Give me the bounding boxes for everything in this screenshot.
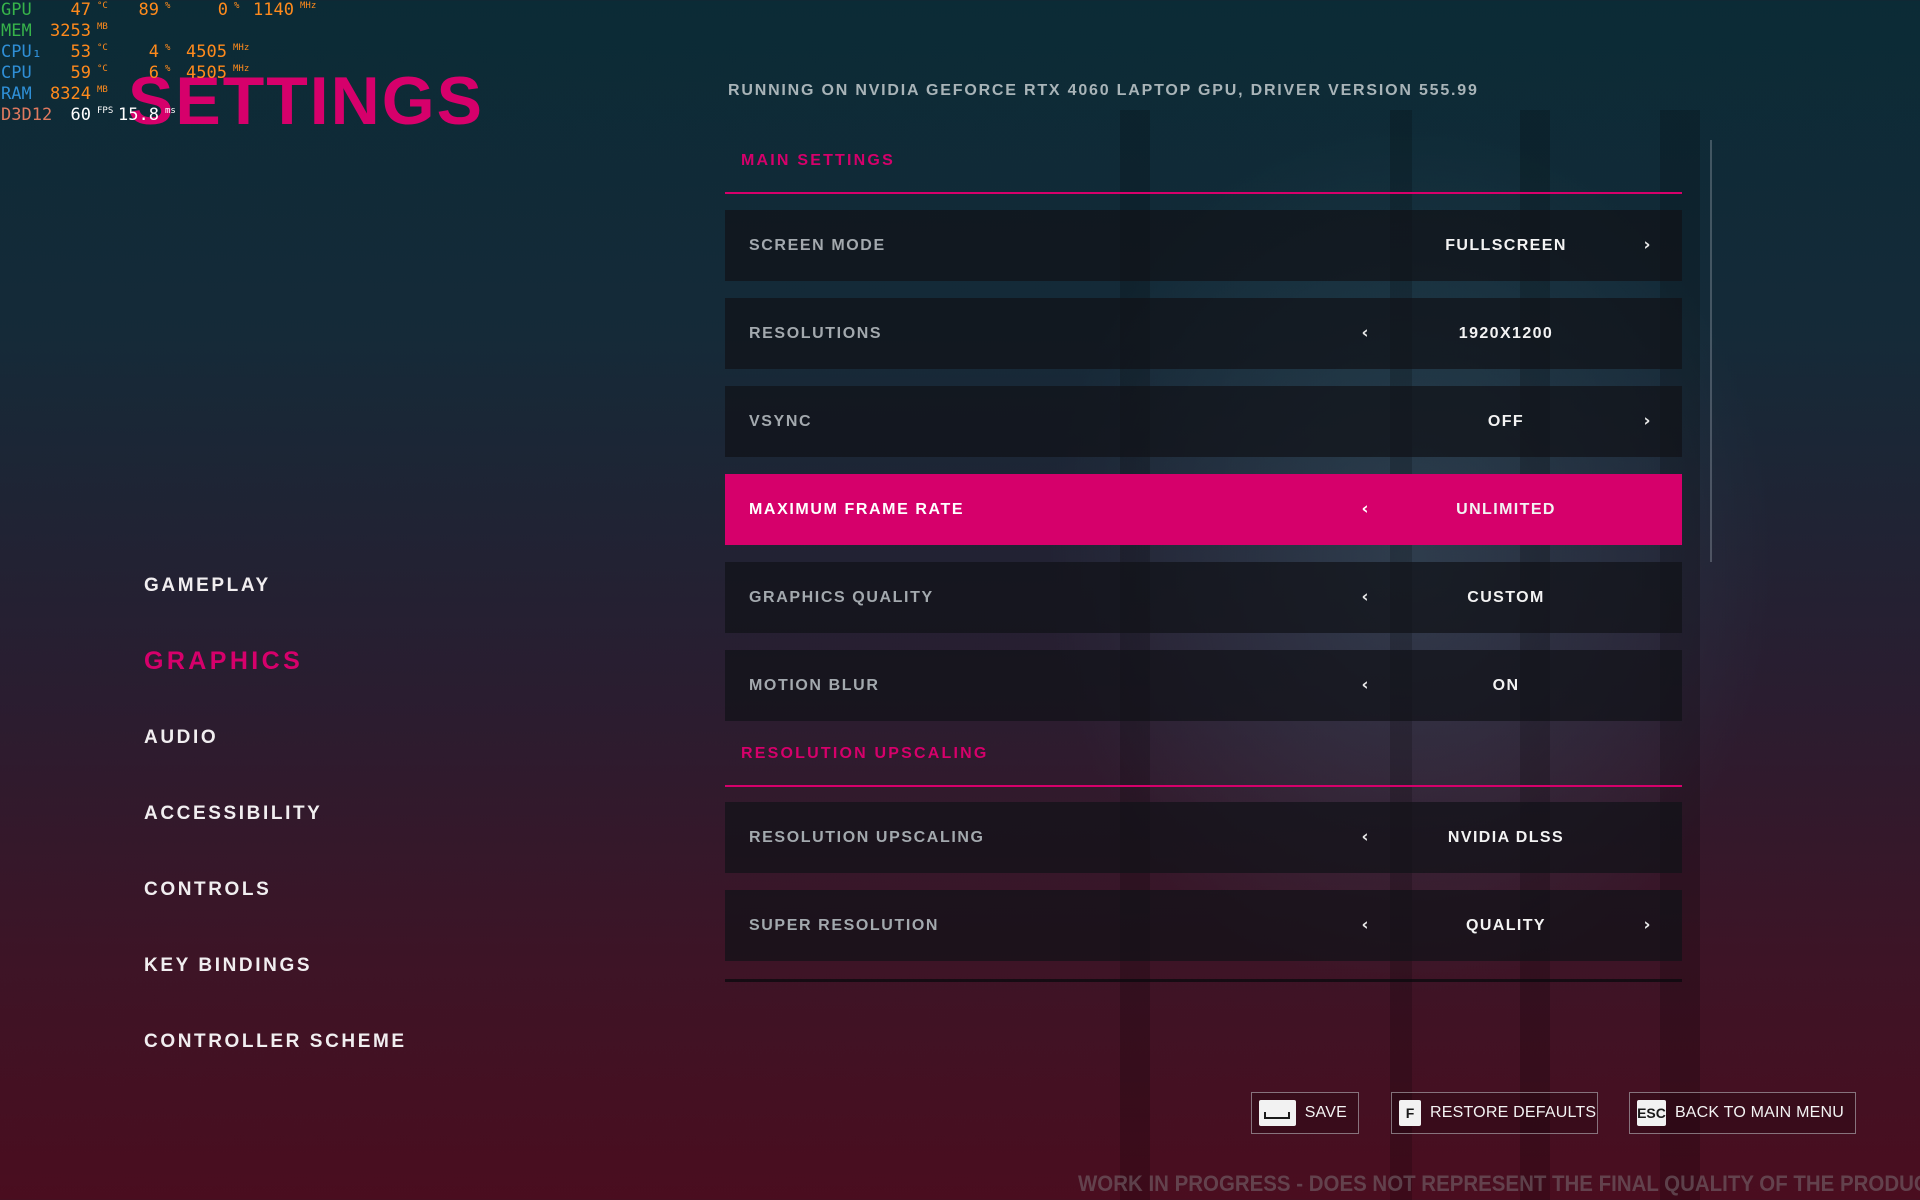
perf-label: GPU (1, 0, 32, 20)
chevron-left-icon[interactable]: ‹ (1355, 890, 1375, 961)
setting-row-graphics-quality[interactable]: GRAPHICS QUALITY ‹ CUSTOM (725, 562, 1682, 633)
nav-item-audio[interactable]: AUDIO (144, 727, 218, 749)
chevron-left-icon[interactable]: ‹ (1355, 650, 1375, 721)
perf-unit: ms (165, 106, 176, 116)
restore-defaults-label: RESTORE DEFAULTS (1430, 1104, 1597, 1121)
chevron-left-icon[interactable]: ‹ (1355, 562, 1375, 633)
perf-unit: % (165, 1, 171, 11)
perf-value: 60 (70, 105, 91, 125)
setting-label: RESOLUTION UPSCALING (749, 829, 985, 846)
setting-row-maximum-frame-rate[interactable]: MAXIMUM FRAME RATE ‹ UNLIMITED (725, 474, 1682, 545)
perf-unit: MHz (233, 43, 250, 53)
spacebar-icon (1259, 1100, 1296, 1126)
perf-label: CPU (1, 63, 32, 83)
perf-unit: MHz (300, 1, 317, 11)
perf-unit: MHz (233, 64, 250, 74)
perf-value: 4505 (186, 42, 227, 62)
perf-unit: % (165, 64, 171, 74)
setting-label: SUPER RESOLUTION (749, 917, 940, 934)
perf-row: MEM 3253 MB (0, 21, 1920, 42)
nav-item-controls[interactable]: CONTROLS (144, 879, 271, 901)
perf-label: CPU₁ (1, 42, 42, 62)
perf-unit: °C (97, 43, 108, 53)
setting-value: NVIDIA DLSS (1447, 829, 1565, 846)
perf-value: 59 (70, 63, 91, 83)
save-button-label: SAVE (1304, 1104, 1347, 1121)
chevron-right-icon[interactable]: › (1637, 210, 1657, 281)
chevron-left-icon[interactable]: ‹ (1355, 298, 1375, 369)
nav-item-key-bindings[interactable]: KEY BINDINGS (144, 955, 312, 977)
section-header-resolution-upscaling: RESOLUTION UPSCALING (725, 731, 1682, 787)
nav-item-graphics[interactable]: GRAPHICS (144, 647, 303, 676)
setting-value: QUALITY (1465, 917, 1547, 934)
perf-value: 53 (70, 42, 91, 62)
setting-label: VSYNC (749, 413, 813, 430)
setting-value: CUSTOM (1467, 589, 1545, 606)
perf-value: 4505 (186, 63, 227, 83)
perf-row: GPU 47 °C 89% 0% 1140 MHz (0, 0, 1920, 21)
setting-value: FULLSCREEN (1445, 237, 1567, 254)
setting-row-vsync[interactable]: VSYNC OFF › (725, 386, 1682, 457)
perf-value: 8324 (50, 84, 91, 104)
perf-unit: MB (97, 22, 108, 32)
setting-label: RESOLUTIONS (749, 325, 883, 342)
perf-value: 89 (138, 0, 159, 20)
perf-unit: % (234, 1, 240, 11)
perf-value: 15.8 (118, 105, 159, 125)
settings-scrollbar[interactable] (1710, 140, 1712, 562)
section-title: RESOLUTION UPSCALING (741, 745, 989, 762)
setting-label: MOTION BLUR (749, 677, 880, 694)
perf-label: MEM (1, 21, 32, 41)
work-in-progress-notice: WORK IN PROGRESS - DOES NOT REPRESENT TH… (1078, 1171, 1920, 1196)
setting-label: GRAPHICS QUALITY (749, 589, 934, 606)
perf-value: 1140 (253, 0, 294, 20)
performance-overlay: GPU 47 °C 89% 0% 1140 MHz MEM 3253 MB CPU₁ 53 °C 4% 45… (0, 0, 1920, 126)
section-title: MAIN SETTINGS (741, 152, 895, 169)
perf-value: 47 (70, 0, 91, 20)
restore-defaults-button[interactable]: F RESTORE DEFAULTS (1391, 1092, 1598, 1134)
chevron-right-icon[interactable]: › (1637, 386, 1657, 457)
perf-unit: % (165, 43, 171, 53)
nav-item-controller-scheme[interactable]: CONTROLLER SCHEME (144, 1031, 407, 1053)
perf-unit: °C (97, 1, 108, 11)
setting-row-resolution-upscaling[interactable]: RESOLUTION UPSCALING ‹ NVIDIA DLSS (725, 802, 1682, 873)
chevron-left-icon[interactable]: ‹ (1355, 802, 1375, 873)
f-key-icon: F (1399, 1100, 1421, 1126)
nav-item-accessibility[interactable]: ACCESSIBILITY (144, 803, 322, 825)
back-to-main-menu-label: BACK TO MAIN MENU (1674, 1104, 1844, 1121)
perf-row: D3D12 60 FPS 15.8 ms (0, 105, 1920, 126)
setting-row-screen-mode[interactable]: SCREEN MODE FULLSCREEN › (725, 210, 1682, 281)
perf-value: 6 (148, 63, 159, 83)
perf-row: CPU₁ 53 °C 4% 4505 MHz (0, 42, 1920, 63)
save-button[interactable]: SAVE (1251, 1092, 1359, 1134)
setting-row-super-resolution[interactable]: SUPER RESOLUTION ‹ QUALITY › (725, 890, 1682, 961)
perf-label: RAM (1, 84, 32, 104)
nav-item-gameplay[interactable]: GAMEPLAY (144, 575, 271, 597)
setting-label: MAXIMUM FRAME RATE (749, 501, 965, 518)
setting-value: 1920X1200 (1458, 325, 1554, 342)
perf-label: D3D12 (1, 105, 53, 125)
perf-value: 4 (148, 42, 159, 62)
setting-value: OFF (1487, 413, 1525, 430)
list-bottom-divider (725, 979, 1682, 982)
setting-row-motion-blur[interactable]: MOTION BLUR ‹ ON (725, 650, 1682, 721)
perf-unit: FPS (97, 106, 114, 116)
perf-row: CPU 59 °C 6% 4505 MHz (0, 63, 1920, 84)
perf-unit: MB (97, 85, 108, 95)
chevron-left-icon[interactable]: ‹ (1355, 474, 1375, 545)
esc-key-icon: ESC (1637, 1100, 1666, 1126)
section-header-main-settings: MAIN SETTINGS (725, 138, 1682, 194)
perf-value: 0 (217, 0, 228, 20)
setting-value: ON (1492, 677, 1520, 694)
perf-row: RAM 8324 MB (0, 84, 1920, 105)
back-to-main-menu-button[interactable]: ESC BACK TO MAIN MENU (1629, 1092, 1856, 1134)
perf-unit: °C (97, 64, 108, 74)
perf-value: 3253 (50, 21, 91, 41)
chevron-right-icon[interactable]: › (1637, 890, 1657, 961)
setting-row-resolutions[interactable]: RESOLUTIONS ‹ 1920X1200 (725, 298, 1682, 369)
setting-value: UNLIMITED (1456, 501, 1556, 518)
setting-label: SCREEN MODE (749, 237, 886, 254)
